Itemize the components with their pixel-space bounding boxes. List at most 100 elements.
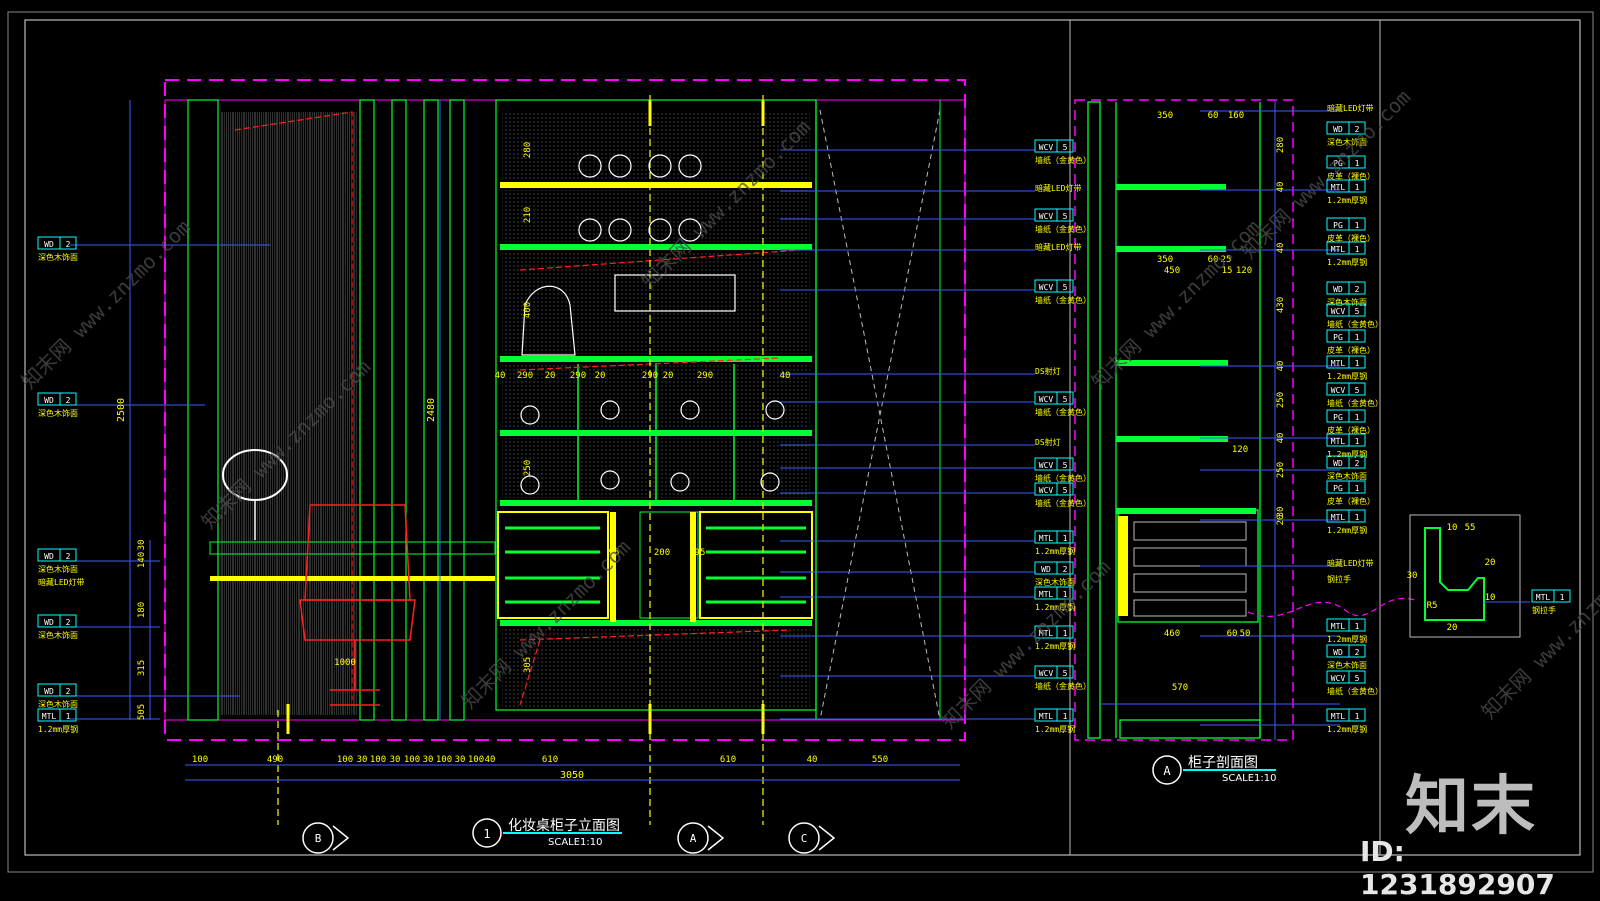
left-tag-2-note: 深色木饰面 xyxy=(38,564,78,574)
detail-dim: 55 xyxy=(1465,523,1476,533)
section-tag-16-note: 暗藏LED灯带 xyxy=(1327,558,1373,568)
detail-dim: 20 xyxy=(1447,623,1458,633)
section-tag-5-num: 1 xyxy=(1355,245,1360,254)
elevation-scale: SCALE1:10 xyxy=(548,837,603,848)
section-tag-14-num: 1 xyxy=(1355,484,1360,493)
right-tag-6-code: WCV xyxy=(1039,395,1054,404)
dim-height-2480: 2480 xyxy=(426,398,437,422)
section-dim: 460 xyxy=(1164,629,1180,639)
elevation-title: 化妆桌柜子立面图 xyxy=(508,818,620,834)
section-marker-label: B xyxy=(315,832,322,845)
section-dim: 350 xyxy=(1157,255,1173,265)
right-tag-14-code: WCV xyxy=(1039,669,1054,678)
section-tag-20-code: WCV xyxy=(1331,674,1346,683)
section-marker-label: C xyxy=(801,832,808,845)
dim-overall: 3050 xyxy=(560,770,584,781)
section-drawers xyxy=(1133,521,1247,617)
section-tag-3-note: 1.2mm厚钢 xyxy=(1327,195,1367,205)
right-tag-10-note: 1.2mm厚钢 xyxy=(1035,546,1075,556)
right-tag-14-num: 5 xyxy=(1063,669,1068,678)
section-title: 柜子剖面图 xyxy=(1188,755,1258,771)
right-tag-2-code: WCV xyxy=(1039,212,1054,221)
section-dim-vertical: 40 xyxy=(1276,243,1286,254)
section-dim: 120 xyxy=(1236,266,1252,276)
right-tag-13-num: 1 xyxy=(1063,629,1068,638)
left-tag-5-note: 1.2mm厚钢 xyxy=(38,724,78,734)
right-tag-15-num: 1 xyxy=(1063,712,1068,721)
section-tag-4-code: PG xyxy=(1333,221,1343,230)
watermark-diagonal: 知末网 www.znzmo.com xyxy=(1237,85,1416,264)
section-tag-15-num: 1 xyxy=(1355,513,1360,522)
dim-bottom: 610 xyxy=(542,755,558,765)
right-tag-2-num: 5 xyxy=(1063,212,1068,221)
section-tag-15-note: 1.2mm厚钢 xyxy=(1327,525,1367,535)
dim-shelf: 250 xyxy=(523,460,533,476)
left-tag-3-num: 2 xyxy=(66,618,71,627)
section-marker-arrow xyxy=(818,825,836,851)
right-tag-12-code: MTL xyxy=(1039,590,1054,599)
right-tag-0-num: 5 xyxy=(1063,143,1068,152)
dim-shelf: 200 xyxy=(654,548,670,558)
section-dim: 350 xyxy=(1157,111,1173,121)
detail-tag-code: MTL xyxy=(1536,593,1551,602)
dim-bottom: 550 xyxy=(872,755,888,765)
section-mark: A xyxy=(1163,764,1171,778)
detail-dim: 30 xyxy=(1407,571,1418,581)
section-tag-3-num: 1 xyxy=(1355,183,1360,192)
section-tag-12-note: 1.2mm厚钢 xyxy=(1327,449,1367,459)
dim-shelf: 20 xyxy=(595,371,606,381)
right-tag-9-code: WCV xyxy=(1039,486,1054,495)
right-tag-2-note: 墙纸（金黄色） xyxy=(1035,224,1091,234)
section-tag-10-num: 5 xyxy=(1355,386,1360,395)
dim-bottom: 100 xyxy=(468,755,484,765)
right-tag-0-code: WCV xyxy=(1039,143,1054,152)
right-tag-4-note: 墙纸（金黄色） xyxy=(1035,295,1091,305)
section-dim-vertical: 40 xyxy=(1276,433,1286,444)
watermark-id: ID: 1231892907 xyxy=(1360,835,1555,901)
left-tag-4-note: 深色木饰面 xyxy=(38,699,78,709)
section-tag-0-note: 暗藏LED灯带 xyxy=(1327,103,1373,113)
section-tag-17-note: 钢拉手 xyxy=(1327,574,1351,584)
right-tag-10-code: MTL xyxy=(1039,534,1054,543)
vanity-led xyxy=(210,576,495,581)
section-dim: 120 xyxy=(1232,445,1248,455)
elevation-view xyxy=(70,79,1035,825)
section-tag-9-code: MTL xyxy=(1331,359,1346,368)
section-dim: 60 xyxy=(1227,629,1238,639)
detail-frame xyxy=(1409,514,1521,638)
watermark-brand: 知末 xyxy=(1405,770,1537,844)
section-dim: 160 xyxy=(1228,111,1244,121)
left-tag-4-num: 2 xyxy=(66,687,71,696)
dim-shelf: 210 xyxy=(523,207,533,223)
cad-drawing-canvas: WD 2深色木饰面WD 2深色木饰面WD 2深色木饰面暗藏LED灯带WD 2深色木饰面W… xyxy=(7,11,1600,873)
dim-left-vertical: 140 xyxy=(137,552,147,568)
dim-shelf: 20 xyxy=(545,371,556,381)
right-tag-1-note: 暗藏LED灯带 xyxy=(1035,183,1081,193)
section-tag-14-code: PG xyxy=(1333,484,1343,493)
dim-bottom: 610 xyxy=(720,755,736,765)
dim-bottom: 30 xyxy=(423,755,434,765)
right-tag-10-num: 1 xyxy=(1063,534,1068,543)
section-tag-7-num: 5 xyxy=(1355,307,1360,316)
section-tag-11-code: PG xyxy=(1333,413,1343,422)
dim-bottom: 40 xyxy=(485,755,496,765)
right-tag-9-note: 墙纸（金黄色） xyxy=(1035,498,1091,508)
right-tag-8-num: 5 xyxy=(1063,461,1068,470)
section-tag-18-note: 1.2mm厚钢 xyxy=(1327,634,1367,644)
section-tag-14-note: 皮革（裸色） xyxy=(1327,496,1375,506)
section-tag-9-num: 1 xyxy=(1355,359,1360,368)
right-tag-7-note: DS射灯 xyxy=(1035,437,1061,447)
left-tag-0-num: 2 xyxy=(66,240,71,249)
section-tag-10-note: 墙纸（金黄色） xyxy=(1327,398,1383,408)
right-tag-3-note: 暗藏LED灯带 xyxy=(1035,242,1081,252)
section-dim-vertical: 40 xyxy=(1276,182,1286,193)
left-tag-5-num: 1 xyxy=(66,712,71,721)
elevation-number: 1 xyxy=(483,827,490,841)
left-tag-1-code: WD xyxy=(44,396,54,405)
section-dim-vertical: 430 xyxy=(1276,297,1286,313)
section-tag-19-note: 深色木饰面 xyxy=(1327,660,1367,670)
section-dim: 450 xyxy=(1164,266,1180,276)
left-tag-3-note: 深色木饰面 xyxy=(38,630,78,640)
section-dim-vertical: 20 xyxy=(1276,515,1286,526)
section-tag-20-num: 5 xyxy=(1355,674,1360,683)
